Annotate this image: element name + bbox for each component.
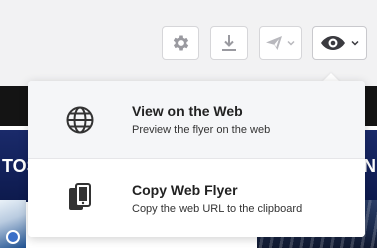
copy-phone-icon	[69, 183, 91, 210]
chevron-down-icon	[287, 40, 295, 46]
flyer-photo-left	[0, 200, 26, 248]
menu-item-subtitle: Preview the flyer on the web	[132, 124, 271, 136]
menu-item-title: View on the Web	[132, 103, 243, 119]
view-dropdown-menu: View on the Web Preview the flyer on the…	[28, 81, 365, 237]
download-button[interactable]	[210, 26, 248, 60]
eye-icon	[320, 36, 345, 50]
chevron-down-icon	[350, 40, 359, 46]
settings-button[interactable]	[162, 26, 199, 60]
view-button[interactable]	[312, 26, 367, 60]
menu-item-view-on-web[interactable]: View on the Web Preview the flyer on the…	[28, 81, 365, 159]
flyer-banner-left: TOS	[0, 130, 30, 202]
menu-item-title: Copy Web Flyer	[132, 181, 238, 198]
send-button[interactable]	[259, 26, 302, 60]
globe-icon	[66, 106, 94, 133]
flyer-banner-right: N	[363, 130, 377, 202]
gear-icon	[173, 35, 188, 51]
download-icon	[222, 35, 236, 51]
menu-item-subtitle: Copy the web URL to the clipboard	[132, 202, 303, 215]
menu-item-copy-web-flyer[interactable]: Copy Web Flyer Copy the web URL to the c…	[28, 159, 365, 237]
paper-plane-icon	[266, 36, 282, 50]
